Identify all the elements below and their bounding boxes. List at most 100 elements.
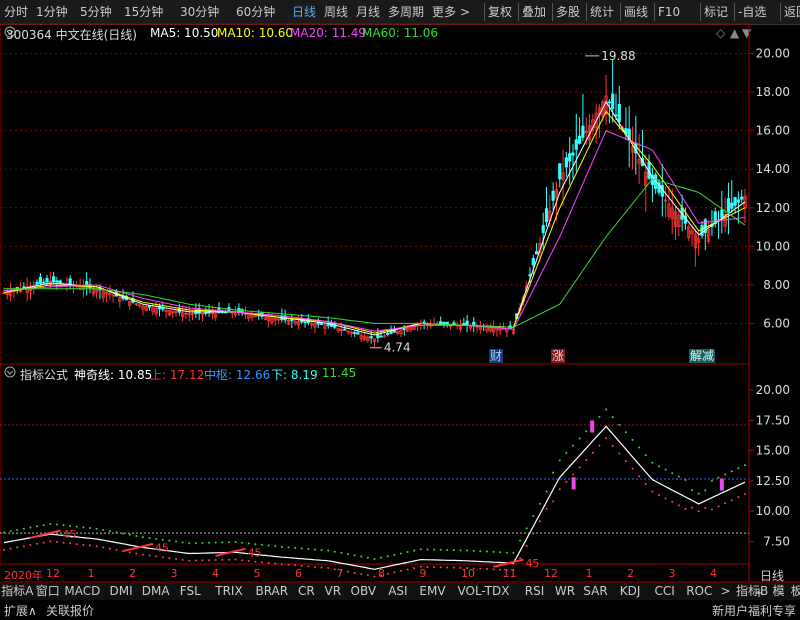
tab-21[interactable]: 指标B xyxy=(734,583,771,600)
expand-button[interactable]: 扩展∧ xyxy=(4,602,37,620)
green-dot xyxy=(386,555,389,558)
red-dot xyxy=(724,502,727,505)
red-dot xyxy=(578,466,581,469)
red-dot xyxy=(439,566,442,569)
segment-tag: 45 xyxy=(62,528,76,541)
red-dot xyxy=(598,444,601,447)
green-dot xyxy=(208,541,211,544)
green-dot xyxy=(631,438,634,441)
red-dot xyxy=(730,499,733,502)
tab-5[interactable]: FSL xyxy=(173,583,209,600)
period-label[interactable]: 日线 xyxy=(760,567,784,584)
red-dot xyxy=(710,508,713,511)
green-dot xyxy=(538,502,541,505)
green-dot xyxy=(340,551,343,554)
indicator-y-tick: 12.50 xyxy=(756,474,790,488)
tab-20[interactable]: > xyxy=(716,583,736,600)
green-dot xyxy=(141,536,144,539)
red-dot xyxy=(201,559,204,562)
main-y-tick: 20.00 xyxy=(756,47,790,61)
red-dot xyxy=(585,459,588,462)
indicator-name[interactable]: 指标公式 xyxy=(20,366,68,383)
tab-15[interactable]: WR xyxy=(551,583,580,600)
red-dot xyxy=(684,507,687,510)
tab-19[interactable]: ROC xyxy=(682,583,718,600)
high-price-label: 19.88 xyxy=(601,49,635,63)
candle-body xyxy=(617,103,621,122)
green-dot xyxy=(717,476,720,479)
tab-10[interactable]: OBV xyxy=(346,583,382,600)
promo-link[interactable]: 新用户福利专享 xyxy=(712,602,796,620)
tab-14[interactable]: RSI xyxy=(517,583,553,600)
red-dot xyxy=(313,565,316,568)
tab-9[interactable]: VR xyxy=(319,583,347,600)
plus-button[interactable]: + xyxy=(754,584,764,602)
green-dot xyxy=(413,549,416,552)
red-dot xyxy=(644,482,647,485)
green-dot xyxy=(605,408,608,411)
green-dot xyxy=(181,541,184,544)
red-dot xyxy=(102,546,105,549)
green-dot xyxy=(598,415,601,418)
red-dot xyxy=(406,568,409,571)
green-dot xyxy=(499,551,502,554)
month-tick: 3 xyxy=(170,567,178,580)
tab-16[interactable]: SAR xyxy=(578,583,614,600)
green-dot xyxy=(644,454,647,457)
minus-button[interactable]: - xyxy=(780,584,784,602)
candle-body xyxy=(204,312,208,314)
candle-body xyxy=(607,101,611,104)
magic-line-label: 神奇线: 10.85 xyxy=(74,368,153,382)
red-dot xyxy=(188,559,191,562)
green-dot xyxy=(552,471,555,474)
green-dot xyxy=(360,555,363,558)
red-dot xyxy=(677,504,680,507)
candle-body xyxy=(700,225,704,236)
red-dot xyxy=(115,548,118,551)
green-dot xyxy=(433,548,436,551)
tab-0[interactable]: 指标A xyxy=(0,583,36,600)
green-dot xyxy=(446,548,449,551)
candle-body xyxy=(356,332,360,335)
tab-1[interactable]: 窗口 xyxy=(34,583,62,600)
indicator-menu-icon[interactable] xyxy=(4,366,16,381)
tab-11[interactable]: ASI xyxy=(380,583,417,600)
tab-8[interactable]: CR xyxy=(293,583,321,600)
tab-22[interactable]: 模 xyxy=(769,583,789,600)
red-dot xyxy=(135,552,138,555)
tab-3[interactable]: DMI xyxy=(103,583,140,600)
candle-body xyxy=(558,163,562,180)
green-dot xyxy=(214,541,217,544)
red-dot xyxy=(141,553,144,556)
red-dot xyxy=(82,543,85,546)
tab-4[interactable]: DMA xyxy=(138,583,174,600)
low-price-label: 4.74 xyxy=(384,341,411,355)
green-dot xyxy=(624,431,627,434)
red-dot xyxy=(591,451,594,454)
red-dot xyxy=(161,556,164,559)
candle-body xyxy=(544,208,549,223)
green-dot xyxy=(519,539,522,542)
tab-2[interactable]: MACD xyxy=(61,583,105,600)
tab-13[interactable]: VOL-TDX xyxy=(449,583,519,600)
chart-canvas[interactable]: 20.00 18.00 16.00 14.00 12.00 10.00 8.00 6.00 20… xyxy=(0,0,800,620)
red-dot xyxy=(16,546,19,549)
tab-12[interactable]: EMV xyxy=(415,583,451,600)
tab-6[interactable]: TRIX xyxy=(207,583,252,600)
red-dot xyxy=(261,561,264,564)
green-dot xyxy=(466,549,469,552)
tab-23[interactable]: 板 xyxy=(787,583,800,600)
tab-18[interactable]: CCI xyxy=(647,583,683,600)
tab-7[interactable]: BRAR xyxy=(250,583,295,600)
red-dot xyxy=(89,544,92,547)
indicator-y-tick: 20.00 xyxy=(756,383,790,397)
green-dot xyxy=(221,541,224,544)
red-dot xyxy=(691,506,694,509)
tab-17[interactable]: KDJ xyxy=(612,583,649,600)
related-quote-button[interactable]: 关联报价 xyxy=(46,602,94,620)
indicator-y-tick: 10.00 xyxy=(756,504,790,518)
candle-body xyxy=(147,305,152,308)
green-dot xyxy=(691,489,694,492)
red-dot xyxy=(254,560,257,563)
green-dot xyxy=(618,423,621,426)
